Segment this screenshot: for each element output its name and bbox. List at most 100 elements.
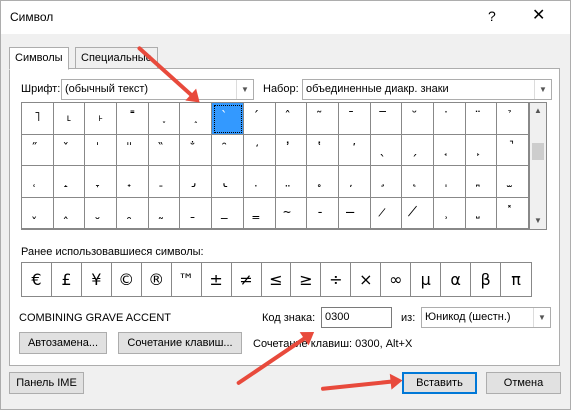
recent-symbol-cell[interactable]: β [471, 263, 502, 296]
symbol-cell[interactable]: ˫ [85, 103, 118, 135]
symbol-cell[interactable]: ̸ [402, 197, 434, 229]
symbol-cell[interactable]: ˭ [117, 103, 149, 135]
symbol-cell[interactable]: ̰ [148, 197, 181, 229]
recent-symbol-cell[interactable]: α [441, 263, 472, 296]
shortcut-key-button[interactable]: Сочетание клавиш... [118, 332, 242, 354]
symbol-cell[interactable]: ̹ [433, 197, 466, 229]
symbol-cell[interactable]: ̄ [338, 103, 371, 135]
symbol-cell[interactable]: ̯ [117, 197, 149, 229]
chevron-down-icon[interactable]: ▼ [534, 80, 551, 99]
recent-symbol-cell[interactable]: π [501, 263, 531, 296]
symbol-cell[interactable]: ̲ [212, 197, 244, 229]
symbol-cell[interactable]: ̣ [243, 166, 276, 198]
symbol-cell[interactable]: ̌ [53, 134, 86, 166]
symbol-cell[interactable]: ̧ [370, 166, 403, 198]
recent-symbol-cell[interactable]: € [22, 263, 52, 296]
symbol-cell[interactable]: ̋ [22, 134, 54, 166]
scroll-up-icon[interactable]: ▲ [530, 103, 546, 119]
recent-symbol-cell[interactable]: ∞ [381, 263, 412, 296]
insert-button[interactable]: Вставить [402, 372, 477, 394]
symbol-cell[interactable]: ̨ [402, 166, 434, 198]
recent-symbol-cell[interactable]: µ [411, 263, 442, 296]
symbol-cell[interactable]: ̉ [497, 103, 529, 135]
subset-select[interactable]: объединенные диакр. знаки ▼ [302, 79, 552, 100]
symbol-cell[interactable]: ̈ [465, 103, 498, 135]
symbol-cell[interactable]: ̫ [497, 166, 529, 198]
cancel-button[interactable]: Отмена [486, 372, 561, 394]
symbol-cell[interactable]: ̑ [212, 134, 244, 166]
symbol-cell[interactable]: ̕ [338, 134, 371, 166]
symbol-cell[interactable]: ̝ [53, 166, 86, 198]
symbol-cell[interactable]: ̭ [53, 197, 86, 229]
symbol-cell[interactable]: ̶ [338, 197, 371, 229]
symbol-cell[interactable]: ̘ [433, 134, 466, 166]
symbol-cell[interactable]: ̗ [402, 134, 434, 166]
recent-symbol-cell[interactable]: © [112, 263, 142, 296]
symbol-cell[interactable]: ̂ [275, 103, 308, 135]
symbol-cell[interactable]: ˯ [148, 103, 181, 135]
recent-symbol-cell[interactable]: ¥ [82, 263, 112, 296]
symbol-cell[interactable]: ̃ [307, 103, 339, 135]
ime-pad-button[interactable]: Панель IME [9, 372, 84, 394]
symbol-cell[interactable]: ̳ [243, 197, 276, 229]
symbol-cell[interactable]: ̙ [465, 134, 498, 166]
scroll-thumb[interactable] [532, 143, 544, 160]
recent-symbol-cell[interactable]: £ [52, 263, 82, 296]
scroll-down-icon[interactable]: ▼ [530, 213, 546, 229]
from-select[interactable]: Юникод (шестн.) ▼ [421, 307, 551, 328]
symbol-cell[interactable]: ˪ [53, 103, 86, 135]
autocorrect-button[interactable]: Автозамена... [19, 332, 107, 354]
symbol-cell[interactable]: ̩ [433, 166, 466, 198]
symbol-cell[interactable]: ̜ [22, 166, 54, 198]
symbol-cell[interactable]: ̖ [370, 134, 403, 166]
symbol-cell[interactable]: ̦ [338, 166, 371, 198]
symbol-cell[interactable]: ̮ [85, 197, 118, 229]
symbol-cell[interactable]: ̚ [497, 134, 529, 166]
recent-symbol-cell[interactable]: ® [142, 263, 172, 296]
recent-symbol-cell[interactable]: ≤ [262, 263, 292, 296]
symbol-cell[interactable]: ̥ [307, 166, 339, 198]
recent-symbol-cell[interactable]: ™ [172, 263, 202, 296]
chevron-down-icon[interactable]: ▼ [236, 80, 253, 99]
symbol-cell[interactable]: ̟ [117, 166, 149, 198]
symbol-cell[interactable]: ̡ [180, 166, 213, 198]
chevron-down-icon[interactable]: ▼ [533, 308, 550, 327]
recent-symbol-cell[interactable]: ± [202, 263, 232, 296]
symbol-cell[interactable]: ̤ [275, 166, 308, 198]
symbol-cell[interactable]: ˥ [22, 103, 54, 135]
symbol-cell[interactable]: ̷ [370, 197, 403, 229]
symbol-cell[interactable]: ̔ [307, 134, 339, 166]
symbol-cell[interactable]: ̆ [402, 103, 434, 135]
recent-symbol-cell[interactable]: ≠ [232, 263, 262, 296]
symbol-grid-scrollbar[interactable]: ▲ ▼ [530, 102, 547, 230]
symbol-cell[interactable]: ́ [243, 103, 276, 135]
symbol-cell[interactable]: ̬ [22, 197, 54, 229]
symbol-cell[interactable]: ̠ [148, 166, 181, 198]
char-code-input[interactable]: 0300 [321, 307, 392, 328]
symbol-cell[interactable]: ̇ [433, 103, 466, 135]
symbol-cell[interactable]: ̪ [465, 166, 498, 198]
symbol-cell[interactable]: ̢ [212, 166, 244, 198]
symbol-cell[interactable]: ̍ [85, 134, 118, 166]
symbol-cell[interactable]: ̏ [148, 134, 181, 166]
help-button[interactable]: ? [488, 8, 496, 24]
tab-symbols[interactable]: Символы [9, 47, 69, 70]
font-select[interactable]: (обычный текст) ▼ [61, 79, 254, 100]
symbol-cell[interactable]: ̽ [497, 197, 529, 229]
symbol-cell[interactable]: ̴ [275, 197, 308, 229]
symbol-cell[interactable]: ̐ [180, 134, 213, 166]
symbol-cell[interactable]: ̱ [180, 197, 213, 229]
close-icon[interactable]: ✕ [532, 5, 545, 25]
symbol-cell[interactable]: ̵ [307, 197, 339, 229]
recent-symbol-cell[interactable]: ≥ [291, 263, 322, 296]
symbol-cell[interactable]: ˰ [180, 103, 213, 135]
recent-symbol-cell[interactable]: ÷ [321, 263, 352, 296]
symbol-cell[interactable]: ̞ [85, 166, 118, 198]
symbol-cell[interactable]: ̒ [243, 134, 276, 166]
symbol-cell[interactable]: ̀ [212, 103, 244, 135]
symbol-cell[interactable]: ̺ [465, 197, 498, 229]
symbol-cell[interactable]: ̎ [117, 134, 149, 166]
symbol-cell[interactable]: ̓ [275, 134, 308, 166]
symbol-cell[interactable]: ̅ [370, 103, 403, 135]
recent-symbol-cell[interactable]: × [351, 263, 382, 296]
